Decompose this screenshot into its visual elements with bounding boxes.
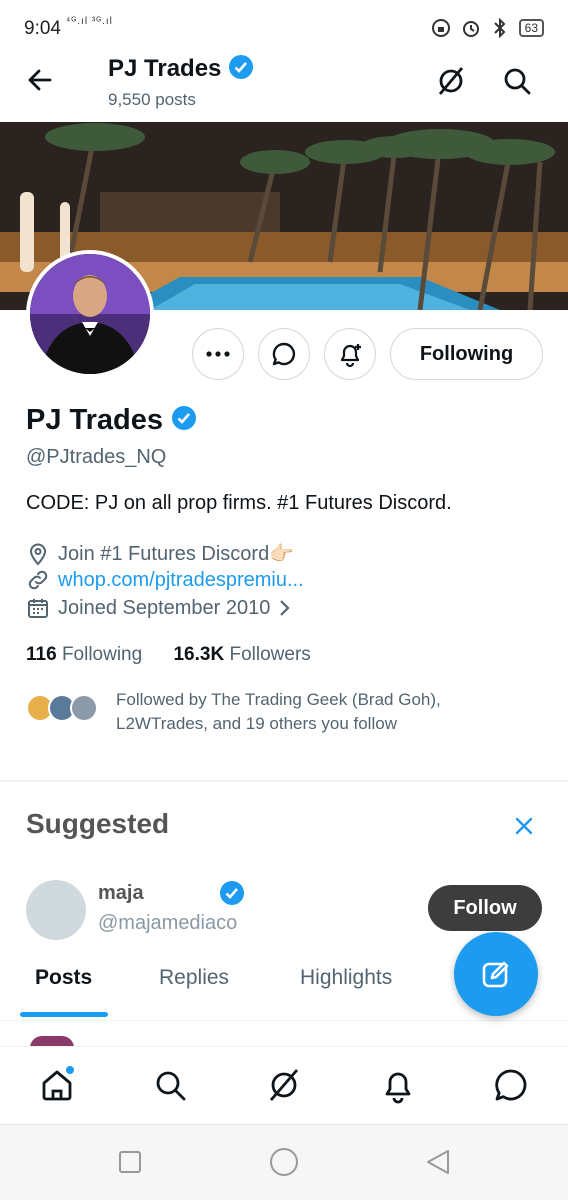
- header-title: PJ Trades: [108, 54, 254, 83]
- status-time: 9:04: [24, 18, 61, 39]
- joined-text: Joined September 2010: [58, 596, 271, 619]
- website-row[interactable]: whop.com/pjtradespremiu...: [26, 568, 304, 592]
- profile-avatar[interactable]: [26, 250, 154, 378]
- section-divider: [0, 780, 568, 782]
- profile-name: PJ Trades: [26, 404, 197, 437]
- verified-badge-icon: [172, 406, 197, 430]
- message-button[interactable]: [258, 328, 310, 380]
- bluetooth-icon: [493, 18, 506, 38]
- search-icon[interactable]: [500, 64, 534, 98]
- following-button[interactable]: Following: [390, 328, 543, 380]
- compose-button[interactable]: [454, 932, 538, 1016]
- tab-replies[interactable]: Replies: [159, 966, 229, 990]
- followers-label: Followers: [229, 644, 311, 665]
- suggested-avatar[interactable]: [26, 880, 86, 940]
- signal-indicator: ⁴ᴳ.ıl ³ᴳ.ıl: [66, 16, 113, 27]
- suggested-title: Suggested: [26, 808, 170, 839]
- follower-avatar: [70, 694, 98, 722]
- messages-icon[interactable]: [492, 1066, 530, 1104]
- avatar-image: [30, 254, 150, 374]
- suggested-handle: @majamediaco: [98, 912, 238, 934]
- notifications-button[interactable]: [324, 328, 376, 380]
- followers-count-link[interactable]: 16.3K Followers: [173, 644, 310, 665]
- following-label: Following: [61, 644, 143, 665]
- recent-apps-icon[interactable]: [118, 1150, 142, 1174]
- active-tab-indicator: [20, 1012, 108, 1017]
- following-count-link[interactable]: 116 Following: [26, 644, 142, 665]
- following-count: 116: [26, 644, 57, 665]
- grok-icon[interactable]: [265, 1066, 303, 1104]
- more-options-button[interactable]: [192, 328, 244, 380]
- posts-count: 9,550 posts: [108, 90, 196, 109]
- link-icon: [28, 570, 48, 590]
- status-icons: 63: [431, 18, 544, 38]
- tab-posts[interactable]: Posts: [35, 966, 92, 990]
- profile-handle: @PJtrades_NQ: [26, 446, 167, 468]
- verified-badge-icon: [229, 55, 254, 79]
- search-icon[interactable]: [151, 1066, 189, 1104]
- status-bar: 9:04 ⁴ᴳ.ıl ³ᴳ.ıl 63: [0, 0, 568, 58]
- joined-row[interactable]: Joined September 2010: [26, 596, 292, 620]
- suggested-name[interactable]: maja: [98, 882, 144, 905]
- followers-count: 16.3K: [173, 644, 225, 665]
- chat-bubble-icon: [272, 342, 296, 366]
- bell-plus-icon: [340, 344, 361, 368]
- follow-button[interactable]: Follow: [428, 885, 542, 931]
- tab-highlights[interactable]: Highlights: [300, 966, 392, 990]
- lock-rotation-icon: [431, 19, 450, 37]
- calendar-icon: [28, 599, 48, 618]
- home-circle-icon[interactable]: [268, 1146, 300, 1178]
- battery-indicator: 63: [518, 19, 544, 37]
- location-text: Join #1 Futures Discord👉🏻: [58, 543, 295, 565]
- notifications-icon[interactable]: [379, 1066, 417, 1104]
- followed-by-text[interactable]: Followed by The Trading Geek (Brad Goh),…: [116, 688, 536, 736]
- close-icon[interactable]: [510, 812, 538, 840]
- back-triangle-icon[interactable]: [424, 1148, 452, 1176]
- grok-icon[interactable]: [434, 64, 468, 98]
- back-arrow-icon[interactable]: [24, 64, 56, 96]
- chevron-right-icon: [280, 600, 290, 616]
- location-pin-icon: [29, 543, 47, 565]
- alarm-icon: [462, 21, 479, 37]
- more-dots-icon: [206, 351, 230, 357]
- location-row: Join #1 Futures Discord👉🏻: [26, 541, 294, 566]
- compose-pencil-icon: [482, 961, 509, 988]
- verified-badge-icon: [220, 881, 244, 905]
- home-icon[interactable]: [38, 1066, 76, 1104]
- tabs-divider: [0, 1020, 568, 1021]
- header-title-text: PJ Trades: [108, 55, 222, 82]
- follow-counts: 116 Following 16.3K Followers: [26, 644, 311, 666]
- profile-bio: CODE: PJ on all prop firms. #1 Futures D…: [26, 492, 452, 514]
- profile-name-text: PJ Trades: [26, 404, 164, 436]
- website-link[interactable]: whop.com/pjtradespremiu...: [58, 569, 304, 592]
